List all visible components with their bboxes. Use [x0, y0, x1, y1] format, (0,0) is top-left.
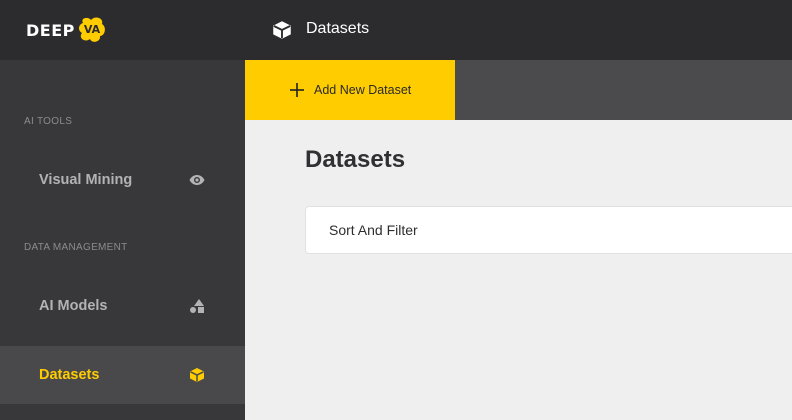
cube-icon — [188, 366, 206, 384]
page-title: Datasets — [305, 146, 406, 173]
section-title-ai-tools: AI TOOLS — [24, 116, 73, 127]
add-new-dataset-button[interactable]: Add New Dataset — [245, 60, 455, 120]
cube-icon — [272, 20, 292, 40]
eye-icon — [188, 171, 206, 189]
action-bar: Add New Dataset — [245, 60, 792, 120]
sidebar-item-label: Datasets — [39, 367, 100, 383]
sort-and-filter-label: Sort And Filter — [329, 222, 418, 238]
sidebar-item-label: AI Models — [39, 298, 108, 314]
logo-badge: VA — [77, 15, 107, 45]
shapes-icon — [188, 297, 206, 315]
sort-and-filter-panel[interactable]: Sort And Filter — [305, 206, 792, 254]
logo-bar: DEEP VA — [0, 0, 245, 60]
sidebar-item-visual-mining[interactable]: Visual Mining — [0, 151, 245, 209]
logo-text: DEEP — [26, 20, 75, 40]
logo-badge-text: VA — [83, 23, 101, 36]
deepva-logo[interactable]: DEEP VA — [26, 14, 107, 46]
section-title-data-management: DATA MANAGEMENT — [24, 242, 128, 253]
sidebar: DEEP VA AI TOOLS Visual Mining DATA MANA… — [0, 0, 245, 420]
add-new-dataset-label: Add New Dataset — [314, 83, 412, 97]
sidebar-item-ai-models[interactable]: AI Models — [0, 277, 245, 335]
sidebar-item-label: Visual Mining — [39, 172, 133, 188]
sidebar-item-datasets[interactable]: Datasets — [0, 346, 245, 404]
top-header: Datasets — [245, 0, 792, 60]
plus-icon — [288, 81, 306, 99]
page-header-title: Datasets — [306, 20, 370, 37]
